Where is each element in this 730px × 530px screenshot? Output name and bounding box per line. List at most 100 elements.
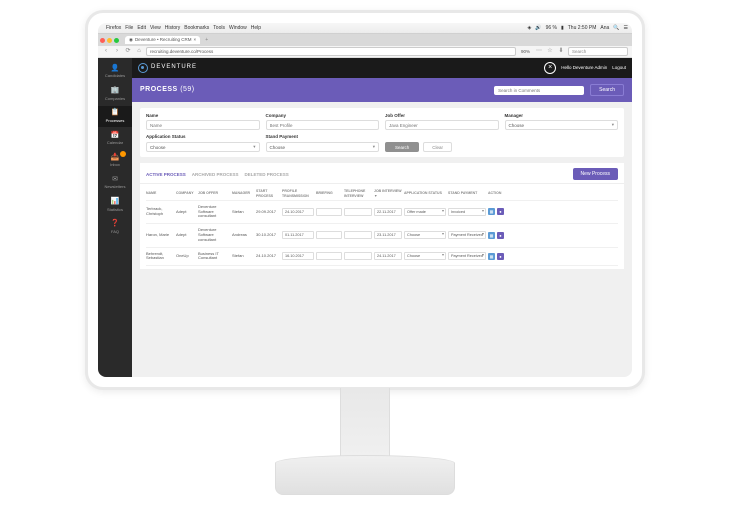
tab-favicon: ◉ [129,37,133,42]
logo-icon [138,63,148,73]
brand-logo[interactable]: DEVENTURE [138,63,197,73]
profile-date-input[interactable]: 24.10.2017 [282,208,314,216]
logout-link[interactable]: Logout [612,65,626,70]
comments-search-input[interactable] [494,86,584,95]
action-edit-icon[interactable]: ● [497,232,504,239]
window-minimize[interactable] [107,38,112,43]
zoom-level[interactable]: 90% [519,49,532,54]
app-name[interactable]: Firefox [106,25,121,31]
job-interview-input[interactable]: 23.11.2017 [374,231,402,239]
new-tab-button[interactable]: + [202,37,211,43]
greeting-text: Hello Deventure Admin [561,65,607,70]
app-sidebar: 👤Candidates 🏢Companies 📋Processes 📅Calen… [98,58,132,377]
menu-help[interactable]: Help [251,25,261,31]
profile-date-input[interactable]: 16.10.2017 [282,252,314,260]
page-title: PROCESS (59) [140,86,195,94]
sidebar-item-faq[interactable]: ❓FAQ [98,217,132,237]
sidebar-item-newsletters[interactable]: ✉Newsletters [98,173,132,193]
menu-tools[interactable]: Tools [213,25,225,31]
standpayment-select[interactable]: Invoiced [448,208,486,216]
standpayment-select[interactable]: Payment Received [448,252,486,260]
sidebar-item-candidates[interactable]: 👤Candidates [98,62,132,82]
telephone-input[interactable] [344,208,372,216]
filter-clear-button[interactable]: Clear [423,142,452,152]
sidebar-item-calendar[interactable]: 📅Calendar [98,129,132,149]
action-view-icon[interactable]: ▦ [488,232,495,239]
tab-active-process[interactable]: ACTIVE PROCESS [146,172,186,177]
filter-name-label: Name [146,113,260,118]
filter-panel: Name Company Job Offer Manager Choose App… [140,108,624,157]
filter-standpayment-select[interactable]: Choose [266,142,380,152]
filter-company-input[interactable] [266,120,380,130]
back-button[interactable]: ‹ [102,48,110,56]
action-view-icon[interactable]: ▦ [488,253,495,260]
menu-history[interactable]: History [165,25,181,31]
new-process-button[interactable]: New Process [573,168,618,180]
building-icon: 🏢 [98,87,132,95]
action-edit-icon[interactable]: ● [497,208,504,215]
job-interview-input[interactable]: 24.11.2017 [374,252,402,260]
app-topbar: DEVENTURE × Hello Deventure Admin Logout [132,58,632,78]
job-interview-input[interactable]: 22.11.2017 [374,208,402,216]
appstatus-select[interactable]: Choose [404,231,446,239]
filter-joboffer-label: Job Offer [385,113,499,118]
filter-appstatus-select[interactable]: Choose [146,142,260,152]
briefing-input[interactable] [316,231,342,239]
tab-deleted-process[interactable]: DELETED PROCESS [245,172,289,177]
filter-manager-select[interactable]: Choose [505,120,619,130]
sidebar-item-processes[interactable]: 📋Processes [98,106,132,126]
menu-window[interactable]: Window [229,25,247,31]
menu-view[interactable]: View [150,25,161,31]
download-icon[interactable]: ⬇ [557,48,565,56]
telephone-input[interactable] [344,231,372,239]
tab-title: Deventure • Recruiting CRM [135,37,192,42]
table-row: Terbrack, Christoph Adept Deventure Soft… [146,201,618,224]
window-close[interactable] [100,38,105,43]
search-icon[interactable]: 🔍 [613,25,619,31]
appstatus-select[interactable]: Choose [404,252,446,260]
more-icon[interactable]: ⋯ [535,48,543,56]
home-button[interactable]: ⌂ [135,48,143,56]
menu-bookmarks[interactable]: Bookmarks [184,25,209,31]
browser-search[interactable]: Search [568,47,628,56]
flag-icon[interactable]: ▮ [561,25,564,31]
profile-date-input[interactable]: 01.11.2017 [282,231,314,239]
sidebar-item-companies[interactable]: 🏢Companies [98,84,132,104]
sidebar-item-statistics[interactable]: 📊Statistics [98,195,132,215]
chart-icon: 📊 [98,198,132,206]
briefing-input[interactable] [316,208,342,216]
filter-joboffer-input[interactable] [385,120,499,130]
tab-close-icon[interactable]: × [194,37,197,42]
filter-company-label: Company [266,113,380,118]
telephone-input[interactable] [344,252,372,260]
appstatus-select[interactable]: Offer made [404,208,446,216]
reload-button[interactable]: ⟳ [124,48,132,56]
user-name[interactable]: Ana [600,25,609,31]
volume-icon[interactable]: 🔊 [535,25,541,31]
star-icon[interactable]: ☆ [546,48,554,56]
filter-search-button[interactable]: Search [385,142,419,152]
action-view-icon[interactable]: ▦ [488,208,495,215]
url-input[interactable]: recruiting.deventure.co/Process [146,47,516,56]
window-maximize[interactable] [114,38,119,43]
clock: Thu 2:50 PM [568,25,597,31]
menu-file[interactable]: File [125,25,133,31]
filter-name-input[interactable] [146,120,260,130]
standpayment-select[interactable]: Payment Received [448,231,486,239]
forward-button[interactable]: › [113,48,121,56]
wifi-icon[interactable]: ◈ [527,25,531,31]
close-icon[interactable]: × [544,62,556,74]
tab-archived-process[interactable]: ARCHIVED PROCESS [192,172,239,177]
menu-edit[interactable]: Edit [137,25,146,31]
filter-manager-label: Manager [505,113,619,118]
filter-appstatus-label: Application Status [146,134,260,139]
briefing-input[interactable] [316,252,342,260]
menu-icon[interactable]: ☰ [624,25,628,31]
sidebar-item-inbox[interactable]: 📥Inbox [98,151,132,171]
notification-badge [120,151,126,157]
header-search-button[interactable]: Search [590,84,624,96]
clipboard-icon: 📋 [98,109,132,117]
process-tabs: ACTIVE PROCESS ARCHIVED PROCESS DELETED … [140,163,624,184]
action-edit-icon[interactable]: ● [497,253,504,260]
browser-tab[interactable]: ◉ Deventure • Recruiting CRM × [125,36,200,43]
